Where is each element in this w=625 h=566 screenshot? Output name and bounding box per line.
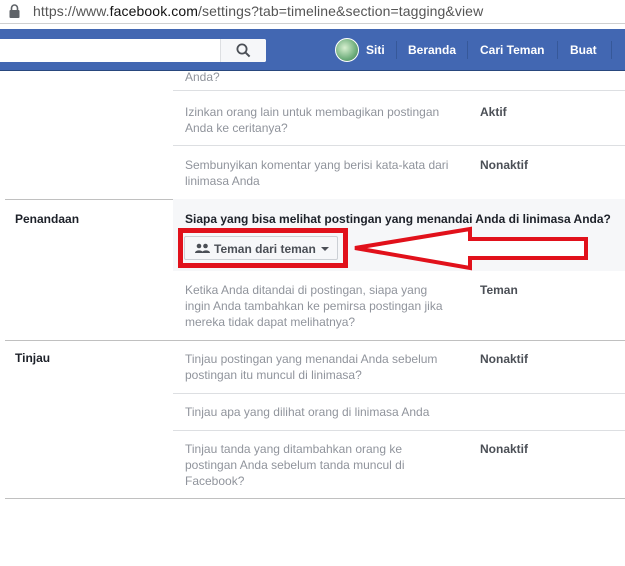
lock-icon (9, 4, 20, 18)
divider (173, 393, 625, 394)
text-line: Tinjau tanda yang ditambahkan orang ke (185, 442, 403, 456)
text-line: ingin Anda tambahkan ke pemirsa postinga… (185, 299, 443, 313)
setting-review-posts-text[interactable]: Tinjau postingan yang menandai Anda sebe… (185, 351, 437, 383)
browser-address-bar[interactable]: https://www.facebook.com/settings?tab=ti… (0, 0, 625, 24)
text-line: Ketika Anda ditandai di postingan, siapa… (185, 283, 428, 297)
url-prefix: https://www. (33, 3, 110, 19)
partial-setting-text: Anda? (185, 70, 220, 84)
setting-tag-audience-text[interactable]: Ketika Anda ditandai di postingan, siapa… (185, 282, 443, 330)
setting-share-to-story-text[interactable]: Izinkan orang lain untuk membagikan post… (185, 104, 439, 136)
search-input[interactable] (0, 39, 266, 62)
setting-hide-comments-text[interactable]: Sembunyikan komentar yang berisi kata-ka… (185, 157, 448, 189)
search-icon (236, 43, 251, 58)
divider (173, 145, 625, 146)
tagging-question: Siapa yang bisa melihat postingan yang m… (185, 212, 611, 226)
text-line: postingan itu muncul di linimasa? (185, 368, 362, 382)
nav-find-friends[interactable]: Cari Teman (480, 29, 544, 71)
nav-divider (557, 41, 558, 59)
red-arrow-annotation (354, 226, 588, 271)
setting-review-tags-text[interactable]: Tinjau tanda yang ditambahkan orang ke p… (185, 441, 405, 489)
url-path: /settings?tab=timeline&section=tagging&v… (198, 3, 484, 19)
nav-divider (611, 41, 612, 59)
facebook-top-bar: Siti Beranda Cari Teman Buat (0, 29, 625, 71)
search-button[interactable] (220, 39, 266, 62)
text-line: Sembunyikan komentar yang berisi kata-ka… (185, 158, 449, 172)
setting-review-tags-value[interactable]: Nonaktif (480, 442, 528, 456)
setting-share-to-story-value[interactable]: Aktif (480, 105, 507, 119)
text-line: Tinjau apa yang dilihat orang di linimas… (185, 405, 430, 419)
nav-create[interactable]: Buat (570, 29, 597, 71)
red-highlight-box-annotation (178, 228, 348, 268)
section-divider (5, 340, 625, 341)
setting-hide-comments-value[interactable]: Nonaktif (480, 158, 528, 172)
section-divider (5, 498, 625, 499)
divider (173, 90, 625, 91)
text-line: linimasa Anda (185, 174, 260, 188)
nav-divider (467, 41, 468, 59)
url-domain: facebook.com (109, 3, 199, 19)
text-line: Tinjau postingan yang menandai Anda sebe… (185, 352, 438, 366)
text-line: Facebook? (185, 474, 245, 488)
setting-review-posts-value[interactable]: Nonaktif (480, 352, 528, 366)
nav-profile-name[interactable]: Siti (366, 29, 385, 71)
section-title-tagging: Penandaan (15, 212, 80, 226)
text-line: mereka tidak dapat melihatnya? (185, 315, 356, 329)
setting-tag-audience-value[interactable]: Teman (480, 283, 518, 297)
nav-home[interactable]: Beranda (408, 29, 456, 71)
text-line: postingan Anda sebelum tanda muncul di (185, 458, 405, 472)
text-line: Izinkan orang lain untuk membagikan post… (185, 105, 440, 119)
divider (173, 430, 625, 431)
url-text[interactable]: https://www.facebook.com/settings?tab=ti… (33, 3, 483, 19)
text-line: Anda ke ceritanya? (185, 121, 288, 135)
avatar[interactable] (335, 38, 359, 62)
nav-divider (396, 41, 397, 59)
section-title-review: Tinjau (15, 351, 51, 365)
setting-view-as-text[interactable]: Tinjau apa yang dilihat orang di linimas… (185, 404, 429, 420)
